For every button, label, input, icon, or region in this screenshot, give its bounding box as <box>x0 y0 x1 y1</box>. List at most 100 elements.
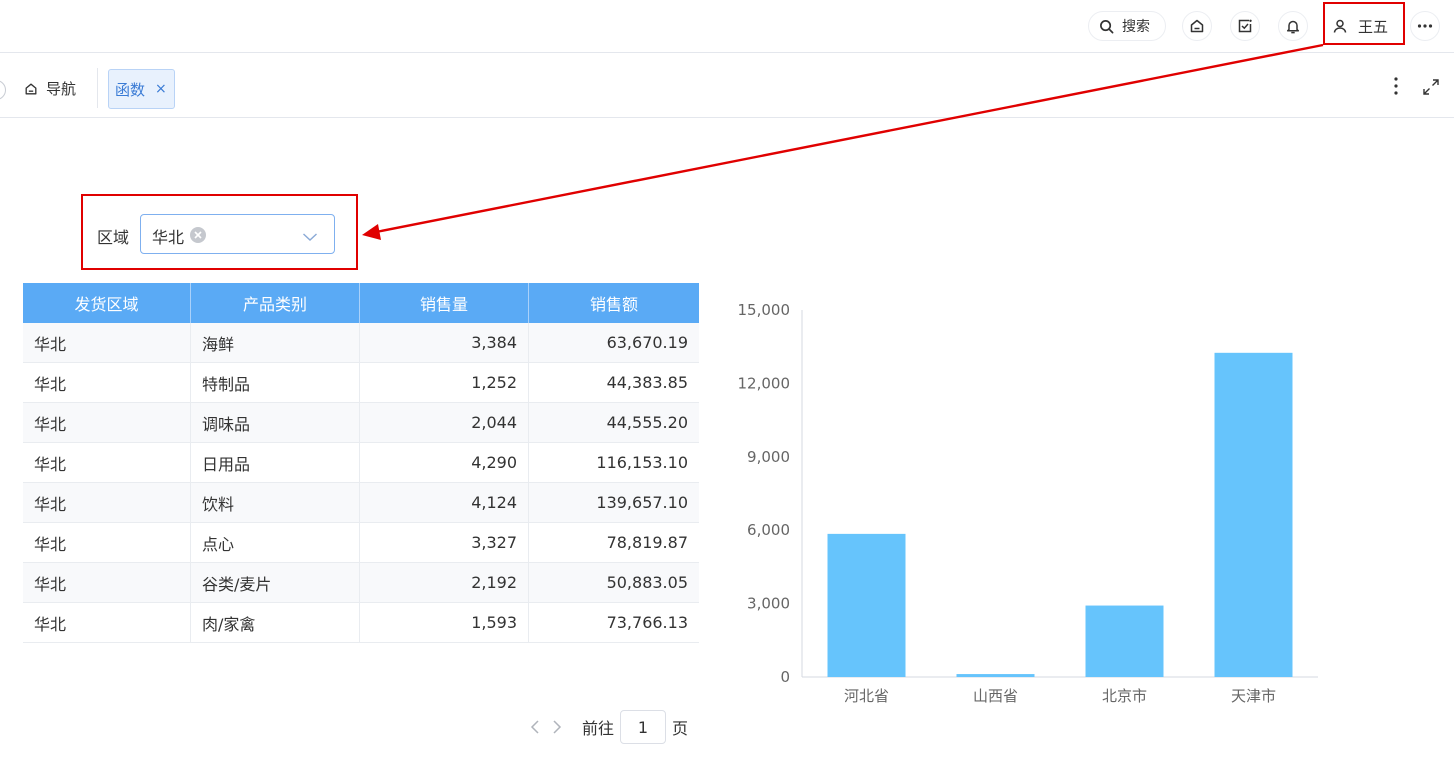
more-horizontal-icon <box>1417 24 1433 28</box>
column-header-region[interactable]: 发货区域 <box>23 283 191 323</box>
nav-tab-label: 导航 <box>46 80 77 98</box>
cell-quantity: 4,290 <box>360 443 529 482</box>
sales-bar-chart: 0 3,000 6,000 9,000 12,000 15,000 河北省 山西省 北京市 天津市 <box>738 301 1318 705</box>
search-button[interactable]: 搜索 <box>1088 11 1166 41</box>
table-row[interactable]: 华北 肉/家禽 1,593 73,766.13 <box>23 603 699 643</box>
bar <box>1085 605 1164 677</box>
more-vertical-icon <box>1394 77 1398 95</box>
cell-region: 华北 <box>23 363 191 402</box>
search-label: 搜索 <box>1122 19 1150 35</box>
expand-icon <box>1423 79 1439 95</box>
region-select[interactable]: 华北 <box>140 214 335 254</box>
cell-category: 饮料 <box>191 483 360 522</box>
cell-quantity: 3,384 <box>360 323 529 362</box>
tab-function[interactable]: 函数 × <box>108 69 175 109</box>
column-header-amount[interactable]: 销售额 <box>529 283 699 323</box>
cell-region: 华北 <box>23 403 191 442</box>
tab-function-label: 函数 <box>115 80 146 99</box>
cell-amount: 44,555.20 <box>606 413 688 432</box>
region-filter-label: 区域 <box>97 228 130 247</box>
table-header: 发货区域 产品类别 销售量 销售额 <box>23 283 699 323</box>
x-tick-label: 河北省 <box>844 687 889 705</box>
table-row[interactable]: 华北 日用品 4,290 116,153.10 <box>23 443 699 483</box>
y-tick-label: 15,000 <box>738 301 791 319</box>
y-tick-label: 12,000 <box>738 374 791 392</box>
cell-amount: 50,883.05 <box>606 573 688 592</box>
tab-divider <box>97 68 98 108</box>
bell-icon <box>1286 20 1300 34</box>
prev-page-button[interactable] <box>524 719 546 735</box>
x-tick-label: 山西省 <box>973 687 1018 705</box>
cell-region: 华北 <box>23 443 191 482</box>
table-row[interactable]: 华北 调味品 2,044 44,555.20 <box>23 403 699 443</box>
sales-table: 发货区域 产品类别 销售量 销售额 华北 海鲜 3,384 63,670.19 华北 特制… <box>23 283 699 643</box>
table-row[interactable]: 华北 海鲜 3,384 63,670.19 <box>23 323 699 363</box>
fullscreen-button[interactable] <box>1422 78 1440 100</box>
cell-region: 华北 <box>23 523 191 562</box>
column-header-quantity[interactable]: 销售量 <box>360 283 529 323</box>
goto-page-label: 前往 <box>582 719 615 738</box>
search-icon <box>1100 19 1114 33</box>
bar <box>1214 352 1293 677</box>
tab-options-button[interactable] <box>1393 76 1399 100</box>
chevron-down-icon[interactable] <box>302 228 318 247</box>
task-button[interactable] <box>1230 11 1260 41</box>
cell-region: 华北 <box>23 323 191 362</box>
cell-category: 肉/家禽 <box>191 603 360 642</box>
home-icon <box>25 83 37 94</box>
cell-category: 日用品 <box>191 443 360 482</box>
top-bar: 搜索 王五 <box>0 0 1454 53</box>
cell-quantity: 1,252 <box>360 363 529 402</box>
y-tick-label: 6,000 <box>747 521 790 539</box>
more-menu-button[interactable] <box>1410 11 1440 41</box>
cell-region: 华北 <box>23 563 191 602</box>
chevron-right-icon <box>553 720 562 734</box>
cell-quantity: 1,593 <box>360 603 529 642</box>
cell-category: 谷类/麦片 <box>191 563 360 602</box>
cell-quantity: 4,124 <box>360 483 529 522</box>
cell-quantity: 2,044 <box>360 403 529 442</box>
cell-category: 特制品 <box>191 363 360 402</box>
highlight-box-user <box>1323 2 1405 45</box>
next-page-button[interactable] <box>546 719 568 735</box>
y-tick-label: 9,000 <box>747 448 790 466</box>
cell-amount: 78,819.87 <box>606 533 688 552</box>
cell-region: 华北 <box>23 483 191 522</box>
table-row[interactable]: 华北 饮料 4,124 139,657.10 <box>23 483 699 523</box>
x-tick-label: 天津市 <box>1231 687 1276 705</box>
page-number-input[interactable]: 1 <box>620 710 667 744</box>
region-select-value: 华北 <box>152 228 185 247</box>
cell-region: 华北 <box>23 603 191 642</box>
cell-amount: 139,657.10 <box>596 493 688 512</box>
task-check-icon <box>1238 19 1252 33</box>
chevron-left-icon <box>530 720 539 734</box>
cell-category: 点心 <box>191 523 360 562</box>
home-button[interactable] <box>1182 11 1212 41</box>
bar <box>956 674 1035 677</box>
y-tick-label: 0 <box>780 668 790 686</box>
column-header-category[interactable]: 产品类别 <box>191 283 360 323</box>
home-icon <box>1190 19 1204 33</box>
cell-quantity: 3,327 <box>360 523 529 562</box>
cell-amount: 44,383.85 <box>606 373 688 392</box>
cell-amount: 73,766.13 <box>606 613 688 632</box>
y-tick-label: 3,000 <box>747 595 790 613</box>
clear-selection-icon[interactable] <box>190 227 206 243</box>
cell-amount: 116,153.10 <box>596 453 688 472</box>
pagination: 前往 1 页 <box>524 710 688 744</box>
table-row[interactable]: 华北 谷类/麦片 2,192 50,883.05 <box>23 563 699 603</box>
notification-button[interactable] <box>1278 11 1308 41</box>
tab-bar: 导航 函数 × <box>0 54 1454 118</box>
nav-tab[interactable]: 导航 <box>24 78 76 99</box>
cell-quantity: 2,192 <box>360 563 529 602</box>
bar <box>827 533 906 677</box>
x-tick-label: 北京市 <box>1102 687 1147 705</box>
table-row[interactable]: 华北 点心 3,327 78,819.87 <box>23 523 699 563</box>
cell-category: 海鲜 <box>191 323 360 362</box>
collapse-sidebar-button[interactable] <box>0 80 6 100</box>
table-body: 华北 海鲜 3,384 63,670.19 华北 特制品 1,252 44,383.85 华北调… <box>23 323 699 643</box>
page-suffix-label: 页 <box>672 719 689 738</box>
close-icon[interactable]: × <box>155 81 167 97</box>
cell-category: 调味品 <box>191 403 360 442</box>
table-row[interactable]: 华北 特制品 1,252 44,383.85 <box>23 363 699 403</box>
